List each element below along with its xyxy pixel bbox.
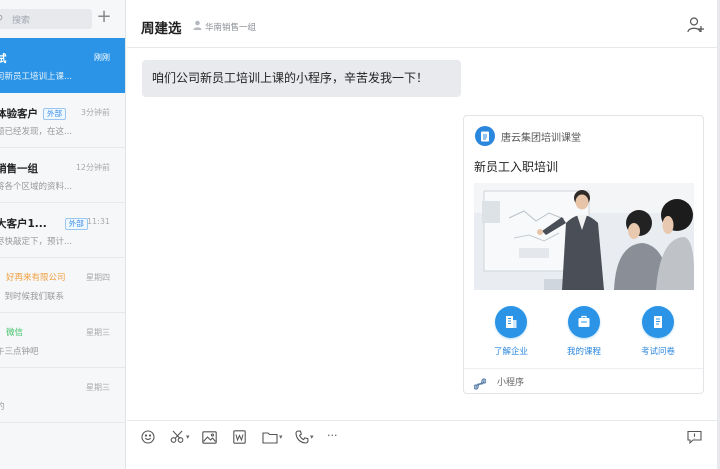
action-exam[interactable]: 考试问卷 [630, 306, 686, 357]
conversation-item[interactable]: 销售一组 12分钟前 将各个区域的资料... [0, 148, 125, 203]
emoji-icon[interactable] [141, 429, 155, 445]
external-tag: 外部 [64, 218, 88, 230]
conversation-time: 11:31 [86, 217, 110, 226]
search-input[interactable]: ⚲ 搜索 [0, 9, 92, 29]
folder-icon[interactable]: ▾ [262, 429, 283, 445]
conversation-preview: 题已经发现，在这... [0, 127, 73, 137]
more-icon[interactable]: ··· [327, 427, 338, 443]
chevron-down-icon: ▾ [186, 433, 190, 441]
app-logo-icon [475, 126, 495, 146]
scissors-icon[interactable]: ▾ [170, 429, 190, 445]
conversation-item[interactable]: 好再来有限公司 星期四 ，到时候我们联系 [0, 258, 125, 313]
card-title: 新员工入职培训 [474, 160, 559, 174]
chat-title[interactable]: 周建选 [141, 17, 182, 37]
organization-label: 好再来有限公司 [6, 273, 66, 283]
card-app-name: 唐云集团培训课堂 [501, 133, 581, 144]
search-icon: ⚲ [0, 14, 10, 25]
plus-icon[interactable]: + [96, 8, 112, 26]
chevron-down-icon: ▾ [310, 433, 314, 441]
chat-header: 周建选 华南销售一组 [127, 0, 717, 48]
chat-subtitle: 华南销售一组 [193, 20, 256, 33]
conversation-preview: 尽快敲定下，预计... [0, 237, 73, 247]
conversation-preview: 的 [0, 400, 5, 412]
mini-program-icon [473, 375, 487, 390]
conversation-time: 12分钟前 [75, 163, 110, 172]
mini-program-card[interactable]: 唐云集团培训课堂 新员工入职培训 了解企业 我的课程 考试问卷 小程序 [463, 115, 704, 394]
conversation-item[interactable]: 星期三 的 [0, 368, 125, 423]
chat-record-icon[interactable] [687, 429, 702, 445]
conversation-name: 试 [0, 51, 7, 66]
action-label: 了解企业 [493, 347, 528, 357]
chevron-down-icon: ▾ [279, 433, 283, 441]
action-label: 考试问卷 [640, 347, 675, 357]
card-footer: 小程序 [464, 368, 703, 393]
action-my-courses[interactable]: 我的课程 [556, 306, 612, 357]
search-row: ⚲ 搜索 + [0, 0, 125, 38]
exam-icon [642, 306, 674, 338]
conversation-preview: 司新员工培训上课... [0, 72, 73, 82]
course-icon [568, 306, 600, 338]
conversation-item[interactable]: 微信 星期三 午三点钟吧 [0, 313, 125, 368]
phone-icon[interactable]: ▾ [295, 429, 314, 445]
conversation-time: 刚刚 [94, 53, 110, 62]
building-icon [495, 306, 527, 338]
conversation-time: 星期三 [86, 328, 110, 337]
conversation-preview: 午三点钟吧 [0, 347, 39, 357]
add-member-icon[interactable] [687, 16, 705, 34]
conversation-item[interactable]: 体验客户 外部 3分钟前 题已经发现，在这... [0, 93, 125, 148]
message-area: 咱们公司新员工培训上课的小程序，辛苦发我一下！ 唐云集团培训课堂 新员工入职培训 [127, 49, 717, 420]
conversation-time: 星期四 [86, 273, 110, 282]
conversation-name: 大客户1... [0, 218, 47, 230]
conversation-name: 销售一组 [0, 163, 38, 175]
mini-program-label: 小程序 [497, 378, 525, 388]
word-doc-icon[interactable] [233, 429, 246, 445]
search-placeholder: 搜索 [12, 15, 31, 26]
person-icon [193, 20, 202, 33]
conversation-item[interactable]: 大客户1... 外部 11:31 尽快敲定下，预计... [0, 203, 125, 258]
action-label: 我的课程 [566, 347, 601, 357]
message-bubble[interactable]: 咱们公司新员工培训上课的小程序，辛苦发我一下！ [142, 60, 461, 97]
chat-subtitle-text: 华南销售一组 [205, 22, 257, 33]
conversation-name: 体验客户 [0, 108, 38, 120]
training-photo [474, 183, 694, 290]
conversation-preview: 将各个区域的资料... [0, 182, 73, 192]
conversation-sidebar: ⚲ 搜索 + 试 刚刚 司新员工培训上课... 体验客户外部 3分钟前 题已经发… [0, 0, 126, 469]
conversation-time: 星期三 [86, 383, 110, 392]
action-learn-company[interactable]: 了解企业 [483, 306, 539, 357]
organization-label: 微信 [6, 328, 24, 338]
conversation-item-active[interactable]: 试 刚刚 司新员工培训上课... [0, 38, 125, 93]
conversation-time: 3分钟前 [80, 108, 110, 117]
conversation-preview: ，到时候我们联系 [0, 292, 65, 302]
external-tag: 外部 [43, 108, 66, 120]
image-icon[interactable] [202, 429, 217, 445]
input-toolbar: ▾ ▾ ▾ ··· [127, 420, 717, 469]
